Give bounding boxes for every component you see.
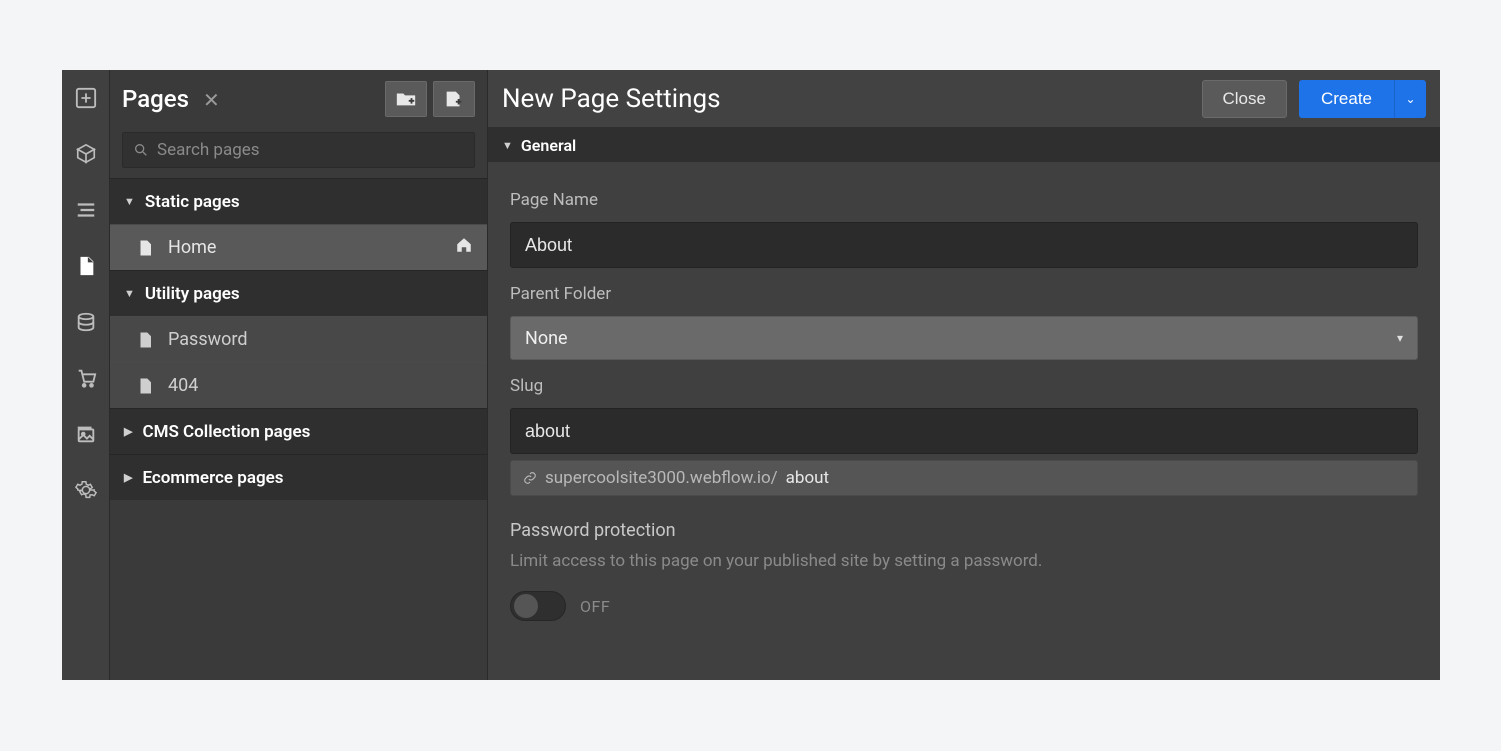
url-preview: supercoolsite3000.webflow.io/about: [510, 460, 1418, 496]
section-label-text: Ecommerce pages: [142, 468, 283, 488]
close-button[interactable]: Close: [1202, 80, 1287, 118]
create-dropdown-button[interactable]: ⌄: [1394, 80, 1426, 118]
page-icon: [136, 377, 154, 395]
section-cms-pages[interactable]: ▶ CMS Collection pages: [110, 408, 487, 454]
page-icon: [136, 239, 154, 257]
password-toggle[interactable]: [510, 591, 566, 621]
page-row-404[interactable]: 404: [110, 362, 487, 408]
toggle-knob: [514, 594, 538, 618]
section-label-text: CMS Collection pages: [142, 422, 310, 442]
settings-icon[interactable]: [62, 462, 110, 518]
new-folder-button[interactable]: [385, 81, 427, 117]
password-protection-sub: Limit access to this page on your publis…: [510, 551, 1418, 571]
url-slug: about: [786, 468, 829, 488]
search-placeholder: Search pages: [157, 140, 260, 160]
page-row-label: Home: [168, 237, 216, 258]
pages-panel: Pages ✕ Search pages ▼ Static pages: [110, 70, 488, 680]
settings-panel: New Page Settings Close Create ⌄ ▼ Gener…: [488, 70, 1440, 680]
caret-down-icon: ▼: [124, 195, 135, 208]
page-name-input[interactable]: [510, 222, 1418, 268]
cube-icon[interactable]: [62, 126, 110, 182]
app-frame: Pages ✕ Search pages ▼ Static pages: [62, 70, 1440, 680]
cms-icon[interactable]: [62, 294, 110, 350]
navigator-icon[interactable]: [62, 182, 110, 238]
add-icon[interactable]: [62, 70, 110, 126]
page-icon: [136, 331, 154, 349]
caret-right-icon: ▶: [124, 425, 132, 438]
pages-title: Pages: [122, 85, 189, 113]
close-panel-icon[interactable]: ✕: [203, 88, 220, 112]
page-row-label: 404: [168, 375, 198, 396]
slug-label: Slug: [510, 376, 1418, 396]
section-label-text: Static pages: [145, 192, 240, 212]
caret-right-icon: ▶: [124, 471, 132, 484]
assets-icon[interactable]: [62, 406, 110, 462]
section-static-pages[interactable]: ▼ Static pages: [110, 178, 487, 224]
search-icon: [133, 142, 149, 158]
parent-folder-label: Parent Folder: [510, 284, 1418, 304]
password-protection-title: Password protection: [510, 520, 1418, 541]
new-page-button[interactable]: [433, 81, 475, 117]
caret-down-icon: ▼: [502, 139, 513, 152]
link-icon: [523, 471, 537, 485]
home-icon: [455, 236, 473, 259]
pages-header: Pages ✕: [110, 70, 487, 128]
section-general[interactable]: ▼ General: [488, 128, 1440, 162]
form-body: Page Name Parent Folder None Slug superc…: [488, 162, 1440, 639]
parent-folder-select[interactable]: None: [510, 316, 1418, 360]
section-label-text: Utility pages: [145, 284, 240, 304]
pages-icon[interactable]: [62, 238, 110, 294]
page-name-label: Page Name: [510, 190, 1418, 210]
page-row-password[interactable]: Password: [110, 316, 487, 362]
ecommerce-icon[interactable]: [62, 350, 110, 406]
create-button[interactable]: Create: [1299, 80, 1394, 118]
create-button-group: Create ⌄: [1299, 80, 1426, 118]
parent-folder-value: None: [525, 328, 568, 349]
section-ecommerce-pages[interactable]: ▶ Ecommerce pages: [110, 454, 487, 500]
section-general-label: General: [521, 136, 576, 155]
section-utility-pages[interactable]: ▼ Utility pages: [110, 270, 487, 316]
url-prefix: supercoolsite3000.webflow.io/: [545, 468, 778, 488]
page-row-home[interactable]: Home: [110, 224, 487, 270]
page-row-label: Password: [168, 329, 248, 350]
password-toggle-label: OFF: [580, 597, 610, 616]
settings-header: New Page Settings Close Create ⌄: [488, 70, 1440, 128]
pages-search-input[interactable]: Search pages: [122, 132, 475, 168]
settings-title: New Page Settings: [502, 84, 721, 114]
caret-down-icon: ▼: [124, 287, 135, 300]
slug-input[interactable]: [510, 408, 1418, 454]
left-iconbar: [62, 70, 110, 680]
